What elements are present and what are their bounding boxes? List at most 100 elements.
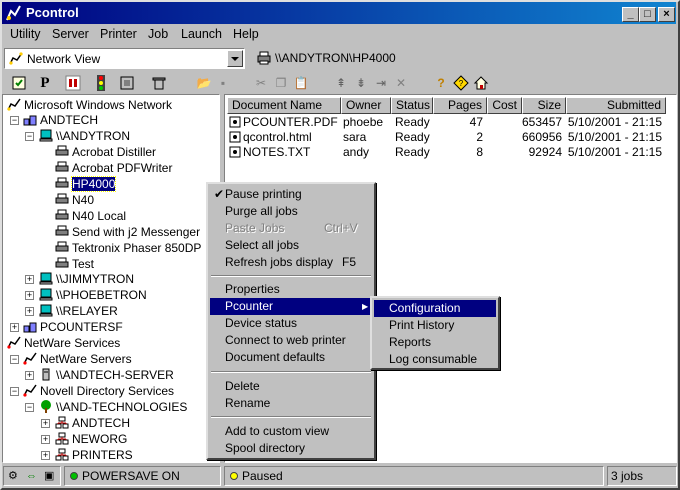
minimize-button[interactable]: _	[622, 7, 639, 22]
tree-expand-icon[interactable]: +	[25, 307, 34, 316]
view-select[interactable]: Network View	[4, 48, 245, 69]
trash-icon[interactable]	[150, 74, 168, 92]
menu-separator	[211, 416, 371, 418]
column-status[interactable]: Status	[391, 97, 433, 114]
tree-collapse-icon[interactable]: −	[10, 355, 19, 364]
column-owner[interactable]: Owner	[341, 97, 391, 114]
checkmark-icon: ✔	[214, 187, 225, 201]
tree-item-n40-local[interactable]: N40 Local	[55, 208, 126, 224]
menu-item-paste-jobs: Paste Jobs Ctrl+V	[225, 221, 358, 235]
tree-item-and-technologies[interactable]: \\AND-TECHNOLOGIES	[39, 399, 187, 415]
menu-printer[interactable]: Printer	[100, 27, 137, 41]
printer-icon	[55, 241, 69, 252]
maximize-button[interactable]: □	[639, 7, 656, 22]
tree-item-hp4000[interactable]: HP4000	[55, 176, 117, 192]
tree-item-neworg[interactable]: NEWORG	[55, 431, 127, 447]
server-properties-icon[interactable]	[10, 74, 28, 92]
menu-item-log-consumable[interactable]: Log consumable	[374, 351, 496, 368]
tree-item-novell-directory-services[interactable]: Novell Directory Services	[23, 383, 174, 399]
tree-item-send-with-j2-messenger[interactable]: Send with j2 Messenger	[55, 224, 200, 240]
home-icon[interactable]	[472, 74, 490, 92]
menu-item-configuration[interactable]: Configuration	[374, 300, 496, 317]
menu-item-delete[interactable]: Delete	[210, 378, 372, 395]
menu-item-pause-printing[interactable]: ✔ Pause printing	[210, 186, 372, 203]
help-question-icon[interactable]: ?	[432, 74, 450, 92]
menu-item-device-status[interactable]: Device status	[210, 315, 372, 332]
network-tree[interactable]: Microsoft Windows Network − ANDTECH − \\…	[2, 94, 220, 463]
warning-sign-icon[interactable]: ?	[452, 74, 470, 92]
tree-item-andytron[interactable]: \\ANDYTRON	[39, 128, 130, 144]
window-icon[interactable]: ▣	[44, 467, 54, 485]
menu-item-reports[interactable]: Reports	[374, 334, 496, 351]
menu-item-refresh-jobs[interactable]: Refresh jobs display F5	[210, 254, 372, 271]
menu-item-connect-web-printer[interactable]: Connect to web printer	[210, 332, 372, 349]
printer-icon	[55, 209, 69, 220]
tree-item-microsoft-windows-network[interactable]: Microsoft Windows Network	[7, 97, 172, 113]
tree-item-test[interactable]: Test	[55, 256, 94, 272]
tree-collapse-icon[interactable]: −	[10, 387, 19, 396]
tree-collapse-icon[interactable]: −	[25, 403, 34, 412]
tree-expand-icon[interactable]: +	[41, 435, 50, 444]
computer-icon	[39, 129, 53, 142]
menu-item-add-to-custom-view[interactable]: Add to custom view	[210, 423, 372, 440]
tree-item-netware-servers[interactable]: NetWare Servers	[23, 351, 132, 367]
menu-utility[interactable]: Utility	[10, 27, 41, 41]
menu-item-select-all-jobs[interactable]: Select all jobs	[210, 237, 372, 254]
menu-help[interactable]: Help	[233, 27, 259, 41]
tree-expand-icon[interactable]: +	[41, 419, 50, 428]
tree-item-andtech-server[interactable]: \\ANDTECH-SERVER	[39, 367, 174, 383]
tree-item-andtech[interactable]: ANDTECH	[23, 112, 98, 128]
printer-icon	[55, 161, 69, 172]
job-move-up-icon[interactable]: ⇞	[332, 74, 350, 92]
tree-expand-icon[interactable]: +	[10, 323, 19, 332]
tree-expand-icon[interactable]: +	[25, 291, 34, 300]
cut-icon: ✂	[255, 76, 267, 90]
column-submitted[interactable]: Submitted	[566, 97, 666, 114]
menu-server[interactable]: Server	[52, 27, 89, 41]
menu-item-pcounter[interactable]: Pcounter ▶	[210, 298, 372, 315]
job-redirect-icon[interactable]: ⇥	[372, 74, 390, 92]
close-button[interactable]: ×	[658, 7, 675, 22]
tree-item-jimmytron[interactable]: \\JIMMYTRON	[39, 271, 134, 287]
menu-item-rename[interactable]: Rename	[210, 395, 372, 412]
job-move-icon[interactable]: ⇟	[352, 74, 370, 92]
menu-launch[interactable]: Launch	[181, 27, 222, 41]
menu-job[interactable]: Job	[148, 27, 168, 41]
tree-item-relayer[interactable]: \\RELAYER	[39, 303, 118, 319]
menu-item-properties[interactable]: Properties	[210, 281, 372, 298]
computer-icon	[39, 272, 53, 285]
menu-item-spool-directory[interactable]: Spool directory	[210, 440, 372, 457]
frame-icon[interactable]	[118, 74, 136, 92]
tree-item-pcountersf[interactable]: PCOUNTERSF	[23, 319, 123, 335]
menu-item-purge-all-jobs[interactable]: Purge all jobs	[210, 203, 372, 220]
tree-item-n40[interactable]: N40	[55, 192, 94, 208]
chevron-down-icon[interactable]	[227, 50, 243, 67]
paste-icon[interactable]: 📋	[292, 74, 310, 92]
column-pages[interactable]: Pages	[433, 97, 487, 114]
tree-item-printers[interactable]: PRINTERS	[55, 447, 133, 462]
tree-item-netware-services[interactable]: NetWare Services	[7, 335, 120, 351]
tree-item-phoebetron[interactable]: \\PHOEBETRON	[39, 287, 147, 303]
printer-pause-icon[interactable]	[64, 74, 82, 92]
column-cost[interactable]: Cost	[487, 97, 522, 114]
tree-expand-icon[interactable]: +	[41, 451, 50, 460]
tree-expand-icon[interactable]: +	[25, 371, 34, 380]
refresh-arrows-icon[interactable]: ⇔	[26, 467, 37, 485]
tree-collapse-icon[interactable]: −	[10, 116, 19, 125]
settings-icon[interactable]: ⚙	[8, 467, 18, 485]
tree-expand-icon[interactable]: +	[25, 275, 34, 284]
delete-x-icon: ✕	[395, 76, 407, 90]
traffic-light-icon[interactable]	[92, 74, 110, 92]
pcounter-p-icon[interactable]: P	[36, 74, 54, 92]
tree-item-acrobat-pdfwriter[interactable]: Acrobat PDFWriter	[55, 160, 172, 176]
tree-collapse-icon[interactable]: −	[25, 132, 34, 141]
column-size[interactable]: Size	[522, 97, 566, 114]
title-bar[interactable]: Pcontrol _ □ ×	[2, 2, 676, 24]
menu-item-document-defaults[interactable]: Document defaults	[210, 349, 372, 366]
menu-item-print-history[interactable]: Print History	[374, 317, 496, 334]
tree-item-ou-andtech[interactable]: ANDTECH	[55, 415, 130, 431]
tree-item-tektronix-phaser[interactable]: Tektronix Phaser 850DP	[55, 240, 201, 256]
document-icon	[229, 116, 241, 128]
column-document-name[interactable]: Document Name	[227, 97, 341, 114]
tree-item-acrobat-distiller[interactable]: Acrobat Distiller	[55, 144, 156, 160]
